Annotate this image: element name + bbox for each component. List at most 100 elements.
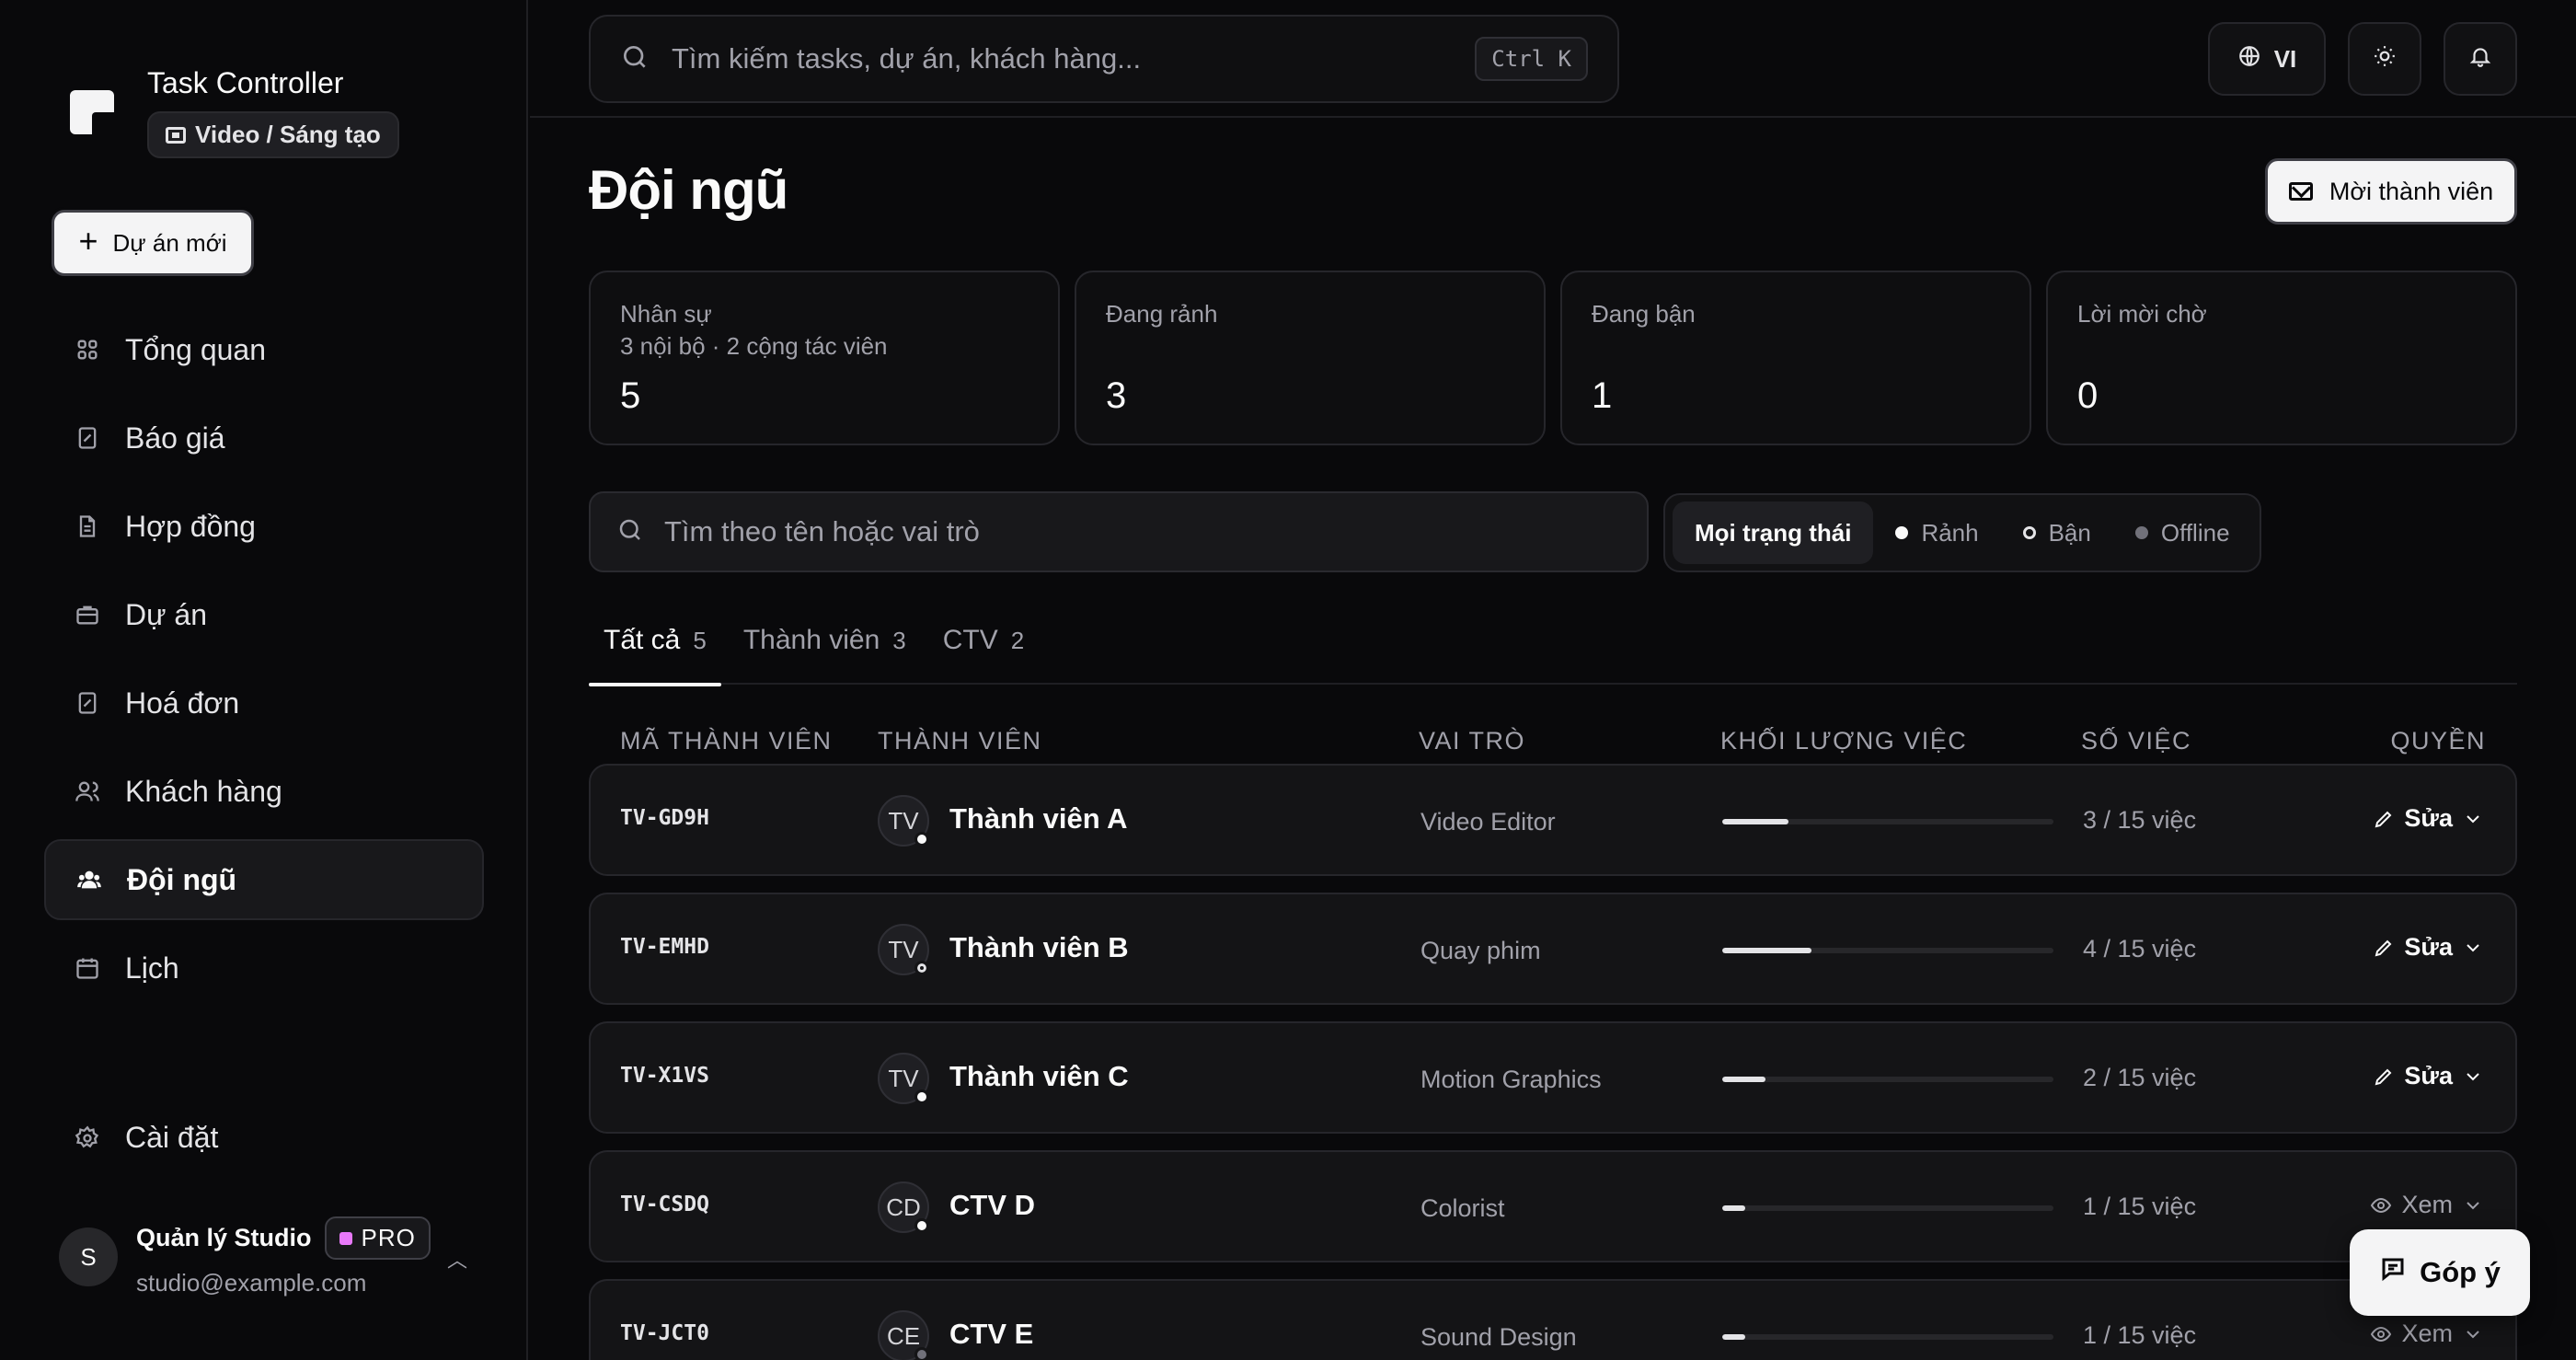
- member-role: Sound Design: [1420, 1323, 1577, 1351]
- task-count: 1 / 15 việc: [2083, 1321, 2197, 1349]
- stat-value: 1: [1592, 375, 1613, 416]
- status-filter-label: Mọi trạng thái: [1695, 518, 1852, 547]
- sidebar-item-calendar[interactable]: Lịch: [44, 928, 484, 1008]
- sidebar-item-label: Báo giá: [125, 421, 225, 455]
- workload-bar: [1722, 1077, 2053, 1082]
- sidebar-item-quotes[interactable]: Báo giá: [44, 398, 484, 478]
- chevron-down-icon: [2462, 1066, 2484, 1088]
- quote-icon: [74, 424, 101, 452]
- task-count: 1 / 15 việc: [2083, 1193, 2197, 1220]
- table-row[interactable]: TV-X1VS TV Thành viên C Motion Graphics 2 / …: [589, 1021, 2517, 1134]
- member-search-placeholder: Tìm theo tên hoặc vai trò: [664, 515, 980, 547]
- permission-label: Xem: [2401, 1320, 2453, 1347]
- permission-dropdown[interactable]: Sửa: [2373, 1062, 2484, 1090]
- sidebar-item-invoices[interactable]: Hoá đơn: [44, 663, 484, 743]
- sidebar: Task Controller Video / Sáng tạo + Dự án…: [0, 0, 528, 1360]
- permission-dropdown[interactable]: Xem: [2370, 1320, 2484, 1348]
- table-row[interactable]: TV-JCT0 CE CTV E Sound Design 1 / 15 việc Xem: [589, 1279, 2517, 1360]
- member-name[interactable]: CTV E: [949, 1318, 1033, 1351]
- global-search-input[interactable]: Tìm kiếm tasks, dự án, khách hàng... Ctr…: [589, 15, 1619, 103]
- language-button[interactable]: VI: [2208, 22, 2326, 96]
- brand[interactable]: Task Controller Video / Sáng tạo: [70, 66, 399, 158]
- member-name[interactable]: Thành viên B: [949, 931, 1129, 964]
- tab-members[interactable]: Thành viên 3: [729, 596, 921, 685]
- status-filter: Mọi trạng thái Rảnh Bận Offline: [1663, 493, 2261, 572]
- bell-icon: [2468, 44, 2492, 75]
- avatar-initials: TV: [888, 1064, 919, 1092]
- theme-toggle-button[interactable]: [2348, 22, 2421, 96]
- sidebar-item-customers[interactable]: Khách hàng: [44, 751, 484, 832]
- member-name[interactable]: Thành viên A: [949, 802, 1127, 836]
- member-id: TV-X1VS: [620, 1064, 709, 1088]
- topbar: Tìm kiếm tasks, dự án, khách hàng... Ctr…: [530, 0, 2576, 118]
- feedback-label: Góp ý: [2420, 1256, 2501, 1288]
- sidebar-item-label: Khách hàng: [125, 774, 282, 808]
- status-filter-free[interactable]: Rảnh: [1873, 501, 2000, 564]
- tab-all[interactable]: Tất cả 5: [589, 596, 721, 686]
- member-name[interactable]: CTV D: [949, 1189, 1035, 1222]
- status-filter-busy[interactable]: Bận: [2001, 501, 2113, 564]
- permission-dropdown[interactable]: Sửa: [2373, 933, 2484, 962]
- sidebar-item-label: Tổng quan: [125, 332, 267, 366]
- member-role: Colorist: [1420, 1194, 1505, 1222]
- tab-count: 5: [693, 626, 707, 654]
- stat-value: 5: [620, 375, 641, 416]
- member-id: TV-EMHD: [620, 935, 709, 959]
- status-filter-offline[interactable]: Offline: [2113, 501, 2252, 564]
- column-header: MÃ THÀNH VIÊN: [620, 727, 833, 755]
- avatar-initials: TV: [888, 935, 919, 963]
- workload-fill: [1722, 948, 1812, 953]
- table-row[interactable]: TV-EMHD TV Thành viên B Quay phim 4 / 15 việ…: [589, 893, 2517, 1005]
- new-project-button[interactable]: + Dự án mới: [52, 210, 254, 276]
- member-tabs: Tất cả 5 Thành viên 3 CTV 2: [589, 596, 2517, 686]
- permission-dropdown[interactable]: Xem: [2370, 1191, 2484, 1219]
- plus-icon: +: [78, 222, 98, 259]
- status-dot-icon: [914, 832, 929, 847]
- workload-fill: [1722, 1077, 1765, 1082]
- eye-icon: [2370, 1323, 2392, 1345]
- film-icon: [166, 126, 186, 144]
- stat-label: Đang bận: [1592, 300, 1696, 328]
- status-filter-label: Bận: [2048, 518, 2091, 547]
- page-title: Đội ngũ: [589, 159, 788, 221]
- tab-count: 2: [1010, 626, 1025, 654]
- table-row[interactable]: TV-CSDQ CD CTV D Colorist 1 / 15 việc Xem: [589, 1150, 2517, 1262]
- member-name[interactable]: Thành viên C: [949, 1060, 1129, 1093]
- plan-badge: PRO: [324, 1216, 431, 1260]
- workload-bar: [1722, 819, 2053, 824]
- sidebar-item-projects[interactable]: Dự án: [44, 574, 484, 655]
- member-search-input[interactable]: Tìm theo tên hoặc vai trò: [589, 491, 1649, 572]
- stat-card-staff: Nhân sự 3 nội bộ · 2 cộng tác viên 5: [589, 271, 1060, 445]
- sidebar-item-overview[interactable]: Tổng quan: [44, 309, 484, 390]
- workload-bar: [1722, 1334, 2053, 1340]
- grid-icon: [74, 336, 101, 363]
- avatar-initials: CD: [886, 1193, 921, 1221]
- workspace-badge[interactable]: Video / Sáng tạo: [147, 111, 399, 158]
- column-header: QUYỀN: [2390, 727, 2486, 755]
- avatar: TV: [878, 924, 929, 975]
- sidebar-item-settings[interactable]: Cài đặt: [74, 1121, 218, 1155]
- workload-fill: [1722, 1205, 1746, 1211]
- shortcut-hint: Ctrl K: [1475, 37, 1588, 81]
- status-filter-all[interactable]: Mọi trạng thái: [1673, 501, 1874, 564]
- tab-collaborators[interactable]: CTV 2: [928, 596, 1039, 685]
- stat-card-free: Đang rảnh 3: [1075, 271, 1546, 445]
- member-role: Quay phim: [1420, 937, 1541, 964]
- sidebar-item-team[interactable]: Đội ngũ: [44, 839, 484, 920]
- invite-member-button[interactable]: Mời thành viên: [2265, 158, 2517, 225]
- avatar-initials: CE: [886, 1321, 921, 1350]
- sidebar-item-label: Dự án: [125, 597, 208, 631]
- notifications-button[interactable]: [2444, 22, 2517, 96]
- permission-dropdown[interactable]: Sửa: [2373, 804, 2484, 833]
- settings-label: Cài đặt: [125, 1121, 219, 1154]
- tab-count: 3: [892, 626, 906, 654]
- workspace-label: Video / Sáng tạo: [195, 121, 381, 148]
- stat-label: Đang rảnh: [1106, 300, 1218, 328]
- user-menu[interactable]: S Quản lý Studio PRO studio@example.com: [59, 1216, 431, 1297]
- feedback-button[interactable]: Góp ý: [2350, 1229, 2530, 1316]
- chevron-up-icon[interactable]: ︿: [447, 1244, 467, 1274]
- status-filter-label: Offline: [2160, 518, 2230, 547]
- avatar: S: [59, 1227, 118, 1286]
- table-row[interactable]: TV-GD9H TV Thành viên A Video Editor 3 / 15 …: [589, 764, 2517, 876]
- sidebar-item-contracts[interactable]: Hợp đồng: [44, 486, 484, 567]
